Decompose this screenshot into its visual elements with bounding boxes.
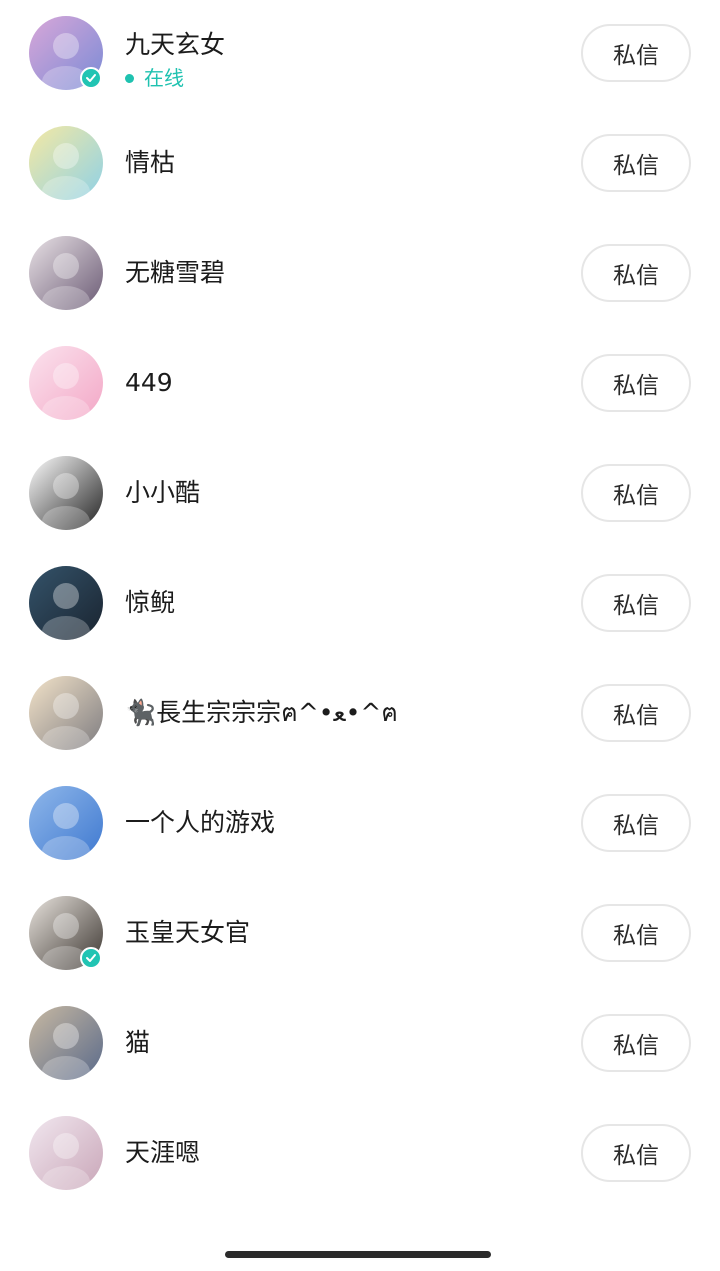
avatar[interactable]: [29, 676, 103, 750]
online-dot-icon: [125, 74, 134, 83]
follower-name: 玉皇天女官: [125, 918, 251, 947]
follower-row[interactable]: 猫 私信: [0, 990, 720, 1100]
avatar[interactable]: [29, 126, 103, 200]
follower-row[interactable]: 一个人的游戏 私信: [0, 770, 720, 880]
avatar[interactable]: [29, 346, 103, 420]
online-status: 在线: [125, 64, 184, 92]
follower-row[interactable]: 🐈‍⬛長生宗宗宗ฅ^•ﻌ•^ฅ 私信: [0, 660, 720, 770]
follower-row[interactable]: 无糖雪碧 私信: [0, 220, 720, 330]
message-button[interactable]: 私信: [581, 134, 691, 192]
message-button[interactable]: 私信: [581, 354, 691, 412]
message-button[interactable]: 私信: [581, 24, 691, 82]
avatar[interactable]: [29, 1116, 103, 1190]
avatar[interactable]: [29, 456, 103, 530]
follower-name: 猫: [125, 1028, 151, 1057]
avatar[interactable]: [29, 236, 103, 310]
message-button[interactable]: 私信: [581, 1014, 691, 1072]
follower-row[interactable]: 449 私信: [0, 330, 720, 440]
message-button[interactable]: 私信: [581, 794, 691, 852]
message-button[interactable]: 私信: [581, 244, 691, 302]
follower-name: 九天玄女: [125, 30, 226, 59]
avatar[interactable]: [29, 786, 103, 860]
avatar[interactable]: [29, 566, 103, 640]
follower-row[interactable]: 玉皇天女官 私信: [0, 880, 720, 990]
follower-row[interactable]: 情枯 私信: [0, 110, 720, 220]
follower-row[interactable]: 小小酷 私信: [0, 440, 720, 550]
message-button[interactable]: 私信: [581, 574, 691, 632]
home-indicator[interactable]: [225, 1251, 491, 1258]
follower-name: 无糖雪碧: [125, 258, 226, 287]
message-button[interactable]: 私信: [581, 904, 691, 962]
message-button[interactable]: 私信: [581, 1124, 691, 1182]
message-button[interactable]: 私信: [581, 684, 691, 742]
online-status-label: 在线: [144, 66, 184, 90]
follower-name: 天涯嗯: [125, 1138, 201, 1167]
follower-row[interactable]: 天涯嗯 私信: [0, 1100, 720, 1210]
follower-name: 小小酷: [125, 478, 201, 507]
message-button[interactable]: 私信: [581, 464, 691, 522]
follower-name: 449: [125, 368, 173, 397]
follower-name: 惊鲵: [125, 588, 176, 617]
follower-name: 一个人的游戏: [125, 808, 276, 837]
avatar[interactable]: [29, 1006, 103, 1080]
follower-row[interactable]: 惊鲵 私信: [0, 550, 720, 660]
follower-name: 🐈‍⬛長生宗宗宗ฅ^•ﻌ•^ฅ: [125, 698, 399, 727]
follower-name: 情枯: [125, 148, 176, 177]
verified-badge-icon: [80, 67, 102, 89]
verified-badge-icon: [80, 947, 102, 969]
follower-row[interactable]: 九天玄女在线 私信: [0, 0, 720, 110]
